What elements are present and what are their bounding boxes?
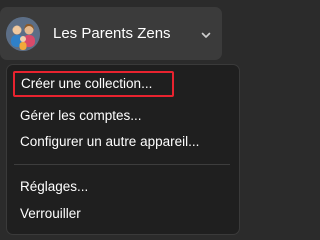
account-switcher[interactable]: Les Parents Zens <box>0 7 222 60</box>
menu-divider <box>14 164 230 165</box>
menu-item-manage-accounts[interactable]: Gérer les comptes... <box>20 108 142 124</box>
family-avatar-icon <box>6 17 40 51</box>
menu-item-create-collection[interactable]: Créer une collection... <box>13 71 174 97</box>
chevron-down-icon[interactable] <box>200 28 212 40</box>
menu-item-configure-device[interactable]: Configurer un autre appareil... <box>20 134 199 150</box>
account-name: Les Parents Zens <box>53 25 171 42</box>
menu-item-lock[interactable]: Verrouiller <box>20 206 81 222</box>
app-window: Les Parents Zens Créer une collection...… <box>0 0 251 238</box>
menu-item-settings[interactable]: Réglages... <box>20 179 88 195</box>
